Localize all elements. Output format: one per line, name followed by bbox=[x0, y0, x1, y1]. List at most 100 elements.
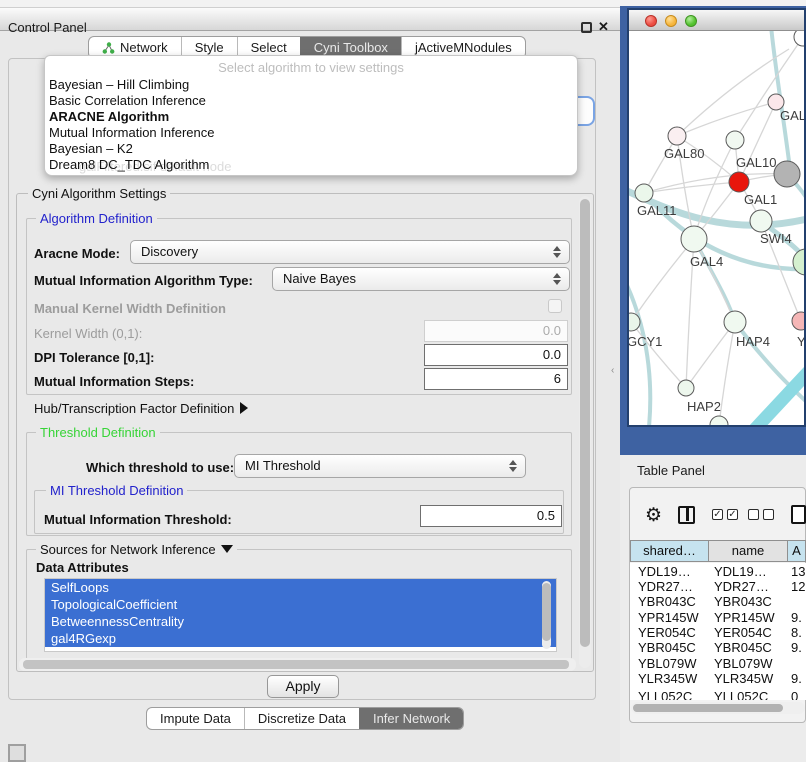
network-canvas[interactable]: GAL GAL80 GAL10 GAL1 GAL11 SWI4 GAL4 GCY… bbox=[629, 31, 804, 425]
network-node-swi4[interactable] bbox=[750, 210, 772, 232]
network-node[interactable] bbox=[710, 416, 728, 425]
settings-vscroll-thumb[interactable] bbox=[580, 199, 590, 647]
hub-definition-label: Hub/Transcription Factor Definition bbox=[34, 401, 234, 416]
menu-item[interactable]: Basic Correlation Inference bbox=[49, 93, 569, 109]
table-cell[interactable]: 12 bbox=[791, 579, 806, 594]
window-close-button[interactable] bbox=[645, 15, 657, 27]
list-scrollbar-thumb[interactable] bbox=[542, 583, 551, 641]
menu-item[interactable]: Mutual Information Inference bbox=[49, 125, 569, 141]
table-cell[interactable]: YBR043C bbox=[638, 594, 708, 609]
kernel-width-field[interactable]: 0.0 bbox=[424, 320, 568, 342]
split-columns-icon[interactable] bbox=[678, 506, 695, 524]
table-cell[interactable]: YLL052C bbox=[714, 689, 784, 700]
table-cell[interactable]: 9. bbox=[791, 610, 806, 625]
tab-label: Select bbox=[251, 40, 287, 55]
menu-item[interactable]: Dream8 DC_TDC Algorithm bbox=[49, 157, 569, 173]
menu-item[interactable]: Bayesian – Hill Climbing bbox=[49, 77, 569, 93]
window-minimize-button[interactable] bbox=[665, 15, 677, 27]
table-cell[interactable]: YER054C bbox=[638, 625, 708, 640]
network-node-hap2[interactable] bbox=[678, 380, 694, 396]
table-cell[interactable]: YBR043C bbox=[714, 594, 784, 609]
table-cell[interactable]: YBR045C bbox=[638, 640, 708, 655]
table-cell[interactable]: YPR145W bbox=[714, 610, 784, 625]
network-node[interactable] bbox=[792, 312, 804, 330]
network-node-gal4[interactable] bbox=[681, 226, 707, 252]
splitter-collapse-icon[interactable]: ‹ bbox=[611, 365, 614, 376]
mi-threshold-field[interactable]: 0.5 bbox=[420, 505, 562, 527]
table-cell[interactable]: YBR045C bbox=[714, 640, 784, 655]
table-cell[interactable]: 8. bbox=[791, 625, 806, 640]
table-cell[interactable]: YLL052C bbox=[638, 689, 708, 700]
manual-kernel-checkbox[interactable] bbox=[548, 299, 562, 313]
spinner-arrows-icon bbox=[553, 245, 561, 259]
tab-impute-data[interactable]: Impute Data bbox=[147, 708, 244, 729]
checked-checkbox-icon[interactable]: ✓ bbox=[712, 509, 723, 520]
network-node-hap4[interactable] bbox=[724, 311, 746, 333]
menu-item[interactable]: Bayesian – K2 bbox=[49, 141, 569, 157]
algorithm-definition-title: Algorithm Definition bbox=[36, 211, 157, 226]
table-cell[interactable]: YDL19… bbox=[714, 564, 784, 579]
table-cell[interactable]: 13 bbox=[791, 564, 806, 579]
table-cell[interactable]: 0 bbox=[791, 689, 806, 700]
settings-horizontal-scrollbar[interactable] bbox=[19, 658, 576, 671]
close-panel-icon[interactable]: ✕ bbox=[598, 19, 609, 35]
spinner-arrows-icon bbox=[509, 459, 517, 473]
aracne-mode-combobox[interactable]: Discovery bbox=[130, 240, 570, 264]
which-threshold-combobox[interactable]: MI Threshold bbox=[234, 454, 526, 478]
table-hscroll-thumb[interactable] bbox=[633, 704, 783, 712]
column-header-name[interactable]: name bbox=[709, 540, 788, 562]
table-cell[interactable]: 9. bbox=[791, 671, 806, 686]
table-cell[interactable]: YBL079W bbox=[638, 656, 708, 671]
network-node-gal1[interactable] bbox=[729, 172, 749, 192]
table-cell[interactable]: YDR27… bbox=[714, 579, 784, 594]
settings-vertical-scrollbar[interactable] bbox=[579, 196, 591, 668]
checked-checkbox-icon[interactable]: ✓ bbox=[727, 509, 738, 520]
node-label: Y bbox=[797, 334, 804, 349]
table-panel-title: Table Panel bbox=[637, 463, 705, 478]
settings-hscroll-thumb[interactable] bbox=[23, 660, 569, 669]
column-header-partial[interactable]: A bbox=[788, 540, 806, 562]
table-cell[interactable]: YER054C bbox=[714, 625, 784, 640]
table-cell[interactable]: YPR145W bbox=[638, 610, 708, 625]
tab-infer-network[interactable]: Infer Network bbox=[359, 708, 463, 729]
hub-definition-toggle[interactable]: Hub/Transcription Factor Definition bbox=[34, 401, 248, 416]
table-cell[interactable]: YDR27… bbox=[638, 579, 708, 594]
float-panel-icon[interactable] bbox=[581, 22, 592, 33]
network-node-gal80[interactable] bbox=[668, 127, 686, 145]
threshold-definition-title: Threshold Definition bbox=[36, 425, 160, 440]
list-item-selected[interactable]: TopologicalCoefficient bbox=[45, 596, 556, 613]
apply-button[interactable]: Apply bbox=[267, 675, 339, 698]
table-horizontal-scrollbar[interactable] bbox=[631, 702, 805, 714]
dock-widget-icon[interactable] bbox=[8, 744, 26, 762]
mi-threshold-definition-title: MI Threshold Definition bbox=[46, 483, 187, 498]
unchecked-checkbox-icon[interactable] bbox=[748, 509, 759, 520]
table-cell[interactable]: 9. bbox=[791, 640, 806, 655]
list-scrollbar[interactable] bbox=[542, 581, 551, 649]
list-item-selected[interactable]: BetweennessCentrality bbox=[45, 613, 556, 630]
table-cell[interactable]: YLR345W bbox=[638, 671, 708, 686]
network-node[interactable] bbox=[794, 31, 804, 46]
mi-algorithm-type-combobox[interactable]: Naive Bayes bbox=[272, 267, 570, 291]
document-icon[interactable] bbox=[791, 505, 806, 524]
list-item-selected[interactable]: gal4RGexp bbox=[45, 630, 556, 647]
expand-right-icon bbox=[240, 402, 248, 414]
unchecked-checkbox-icon[interactable] bbox=[763, 509, 774, 520]
table-cell[interactable]: YBL079W bbox=[714, 656, 784, 671]
algorithm-combobox-fragment[interactable] bbox=[578, 96, 595, 126]
network-node-gal10[interactable] bbox=[726, 131, 744, 149]
gear-icon[interactable]: ⚙ bbox=[645, 504, 662, 527]
menu-item-highlighted[interactable]: ARACNE Algorithm bbox=[49, 109, 569, 125]
column-header-shared-name[interactable]: shared… bbox=[630, 540, 709, 562]
tab-discretize-data[interactable]: Discretize Data bbox=[244, 708, 359, 729]
node-label: GAL10 bbox=[736, 155, 776, 170]
list-item-selected[interactable]: SelfLoops bbox=[45, 579, 556, 596]
table-cell[interactable]: YDL19… bbox=[638, 564, 708, 579]
table-cell[interactable]: YLR345W bbox=[714, 671, 784, 686]
mi-steps-field[interactable]: 6 bbox=[424, 368, 568, 390]
data-attributes-label: Data Attributes bbox=[36, 560, 129, 575]
network-node-gal11[interactable] bbox=[635, 184, 653, 202]
network-node[interactable] bbox=[774, 161, 800, 187]
sources-group-toggle[interactable]: Sources for Network Inference bbox=[36, 542, 237, 557]
dpi-tolerance-field[interactable]: 0.0 bbox=[424, 344, 568, 366]
window-zoom-button[interactable] bbox=[685, 15, 697, 27]
